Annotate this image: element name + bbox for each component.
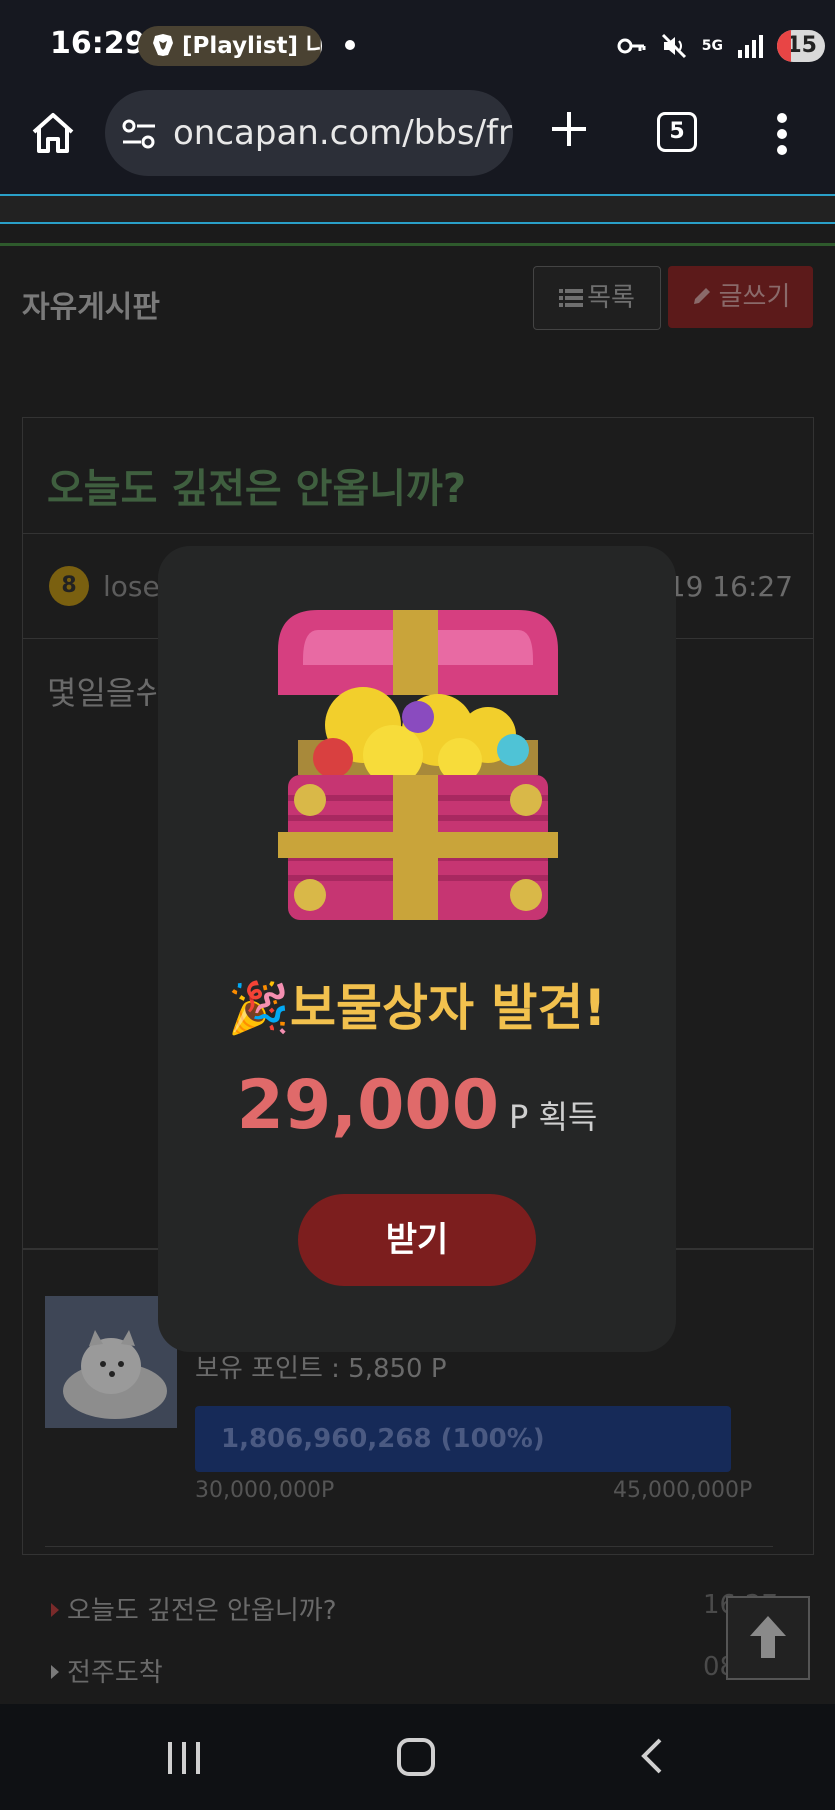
list-icon	[559, 289, 584, 307]
scroll-to-top-button[interactable]	[726, 1596, 810, 1680]
address-bar[interactable]: oncapan.com/bbs/fre	[105, 90, 513, 176]
divider	[0, 243, 835, 246]
progress-max: 45,000,000P	[613, 1478, 753, 1503]
url-text: oncapan.com/bbs/fre	[173, 113, 513, 153]
points-label: 보유 포인트 : 5,850 P	[195, 1354, 447, 1384]
status-time: 16:29	[50, 26, 146, 61]
progress-min: 30,000,000P	[195, 1478, 335, 1503]
post-body: 몇일을쉬	[47, 674, 165, 712]
arrow-up-icon	[750, 1616, 786, 1658]
reward-amount-row: 29,000 P 획득	[158, 1066, 676, 1145]
reward-unit: P 획득	[509, 1098, 598, 1136]
caret-right-icon	[51, 1665, 59, 1679]
related-post-item[interactable]: 오늘도 깊전은 안옵니까?	[51, 1590, 337, 1627]
level-badge: 8	[49, 566, 89, 606]
pencil-icon	[693, 288, 710, 304]
list-button[interactable]: 목록	[533, 266, 661, 330]
reward-amount: 29,000	[236, 1066, 500, 1145]
related-post-item[interactable]: 전주도착	[51, 1652, 163, 1689]
pill-text: [Playlist] 나	[182, 33, 322, 59]
treasure-chest-icon	[278, 610, 558, 920]
recent-apps-icon[interactable]	[166, 1740, 202, 1776]
site-settings-icon[interactable]	[121, 119, 157, 149]
write-button[interactable]: 글쓰기	[668, 266, 813, 328]
key-icon	[617, 38, 646, 54]
home-icon[interactable]	[28, 108, 78, 158]
browser-toolbar: oncapan.com/bbs/fre 5	[0, 88, 835, 194]
divider	[45, 1546, 773, 1547]
tab-switcher-button[interactable]: 5	[657, 112, 697, 152]
network-type: 5G	[701, 38, 723, 54]
new-tab-icon[interactable]	[548, 108, 590, 150]
mute-icon	[661, 33, 686, 59]
notification-dot-icon	[345, 40, 355, 50]
receive-button[interactable]: 받기	[298, 1194, 536, 1286]
modal-headline: 🎉보물상자 발견!	[227, 979, 607, 1037]
level-progress-bar: 1,806,960,268 (100%)	[195, 1406, 731, 1472]
system-nav-bar	[0, 1704, 835, 1810]
post-title: 오늘도 깊전은 안옵니까?	[47, 466, 467, 512]
battery-badge: 15	[777, 30, 825, 62]
treasure-modal: 🎉보물상자 발견! 29,000 P 획득 받기	[158, 546, 676, 1352]
home-nav-icon[interactable]	[397, 1738, 435, 1776]
divider	[23, 533, 813, 534]
status-bar: 16:29 [Playlist] 나 5G 15	[0, 0, 835, 88]
board-title: 자유게시판	[22, 290, 160, 325]
signal-icon	[738, 35, 763, 58]
brave-lion-icon	[153, 34, 173, 56]
ad-banner[interactable]	[0, 194, 835, 224]
caret-right-icon	[51, 1603, 59, 1617]
more-menu-icon[interactable]	[775, 112, 789, 156]
media-notification-pill[interactable]: [Playlist] 나	[138, 26, 322, 66]
back-icon[interactable]	[636, 1736, 666, 1776]
